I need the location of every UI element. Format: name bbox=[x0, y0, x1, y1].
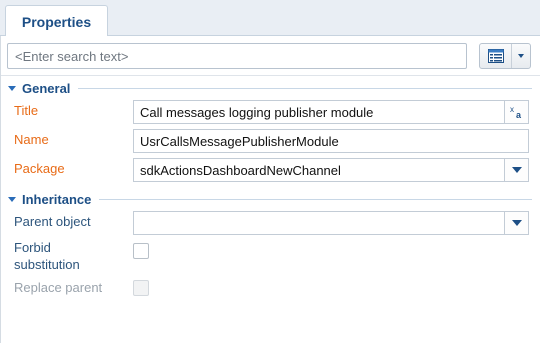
dropdown-caret-icon[interactable] bbox=[504, 212, 528, 234]
view-mode-button[interactable] bbox=[479, 43, 531, 69]
search-toolbar bbox=[1, 36, 540, 76]
dropdown-caret-icon[interactable] bbox=[504, 159, 528, 181]
divider bbox=[78, 87, 532, 89]
section-general-title: General bbox=[22, 80, 71, 96]
package-value: sdkActionsDashboardNewChannel bbox=[140, 162, 341, 178]
replace-parent-label: Replace parent bbox=[14, 280, 103, 295]
name-field[interactable]: UsrCallsMessagePublisherModule bbox=[133, 129, 529, 153]
parent-object-select[interactable] bbox=[133, 211, 529, 235]
title-label: Title bbox=[14, 103, 39, 118]
forbid-substitution-label-line2: substitution bbox=[14, 257, 80, 272]
package-label: Package bbox=[14, 161, 65, 176]
forbid-substitution-label-line1: Forbid bbox=[14, 240, 51, 255]
title-value: Call messages logging publisher module bbox=[140, 104, 374, 120]
name-label: Name bbox=[14, 132, 49, 147]
list-view-icon bbox=[480, 44, 512, 68]
name-value: UsrCallsMessagePublisherModule bbox=[140, 133, 339, 149]
properties-panel: General Title Call messages logging publ… bbox=[0, 36, 540, 343]
forbid-substitution-checkbox[interactable] bbox=[133, 243, 149, 259]
search-input[interactable] bbox=[7, 43, 467, 69]
tab-properties[interactable]: Properties bbox=[5, 5, 108, 37]
collapse-triangle-icon bbox=[8, 196, 16, 202]
svg-text:a: a bbox=[516, 110, 522, 119]
replace-parent-checkbox bbox=[133, 280, 149, 296]
svg-text:x: x bbox=[510, 105, 514, 114]
package-select[interactable]: sdkActionsDashboardNewChannel bbox=[133, 158, 529, 182]
divider bbox=[99, 198, 532, 200]
section-inheritance[interactable]: Inheritance bbox=[1, 190, 540, 208]
section-general[interactable]: General bbox=[1, 79, 540, 97]
collapse-triangle-icon bbox=[8, 85, 16, 91]
translate-icon[interactable]: x a bbox=[504, 101, 528, 123]
parent-object-label: Parent object bbox=[14, 214, 91, 229]
section-inheritance-title: Inheritance bbox=[22, 191, 92, 207]
forbid-substitution-label: Forbid substitution bbox=[14, 239, 80, 273]
chevron-down-icon bbox=[512, 44, 530, 68]
tab-bar: Properties bbox=[0, 0, 540, 37]
title-field[interactable]: Call messages logging publisher module x… bbox=[133, 100, 529, 124]
